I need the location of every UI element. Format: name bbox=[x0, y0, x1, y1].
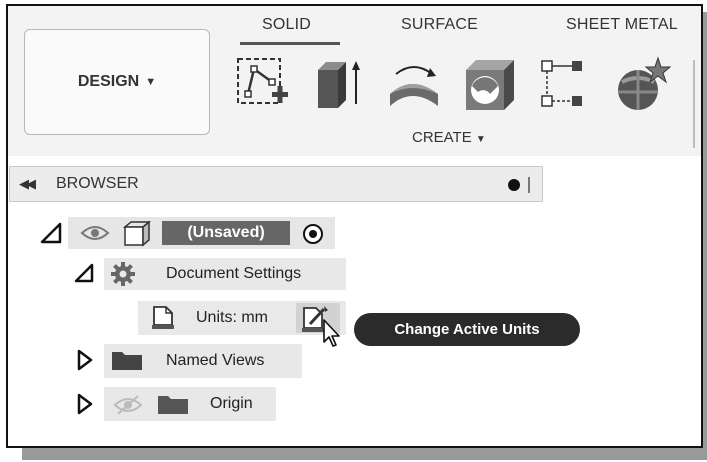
panel-resize-handle[interactable] bbox=[528, 177, 530, 193]
extrude-icon bbox=[318, 61, 360, 108]
active-tab-indicator bbox=[240, 42, 340, 45]
create-sketch-button[interactable] bbox=[234, 56, 294, 114]
expanded-triangle-icon[interactable] bbox=[40, 222, 64, 244]
hole-icon bbox=[466, 60, 514, 110]
window-shadow-right bbox=[703, 12, 707, 456]
units-label: Units: mm bbox=[196, 309, 268, 326]
folder-icon bbox=[112, 352, 142, 370]
origin-label: Origin bbox=[210, 395, 253, 412]
tab-sheet-metal[interactable]: SHEET METAL bbox=[566, 16, 678, 34]
insert-icon bbox=[618, 56, 672, 110]
chevron-down-icon: ▼ bbox=[145, 76, 157, 88]
named-views-label: Named Views bbox=[166, 352, 265, 369]
create-label: CREATE bbox=[412, 129, 472, 146]
eye-icon[interactable] bbox=[80, 223, 110, 243]
browser-title: BROWSER bbox=[56, 175, 139, 192]
create-sketch-icon bbox=[237, 58, 288, 104]
design-workspace-dropdown[interactable]: DESIGN ▼ bbox=[24, 29, 210, 135]
folder-icon bbox=[158, 396, 188, 414]
pattern-button[interactable] bbox=[536, 56, 596, 114]
gear-icon bbox=[111, 262, 135, 286]
radio-active-icon[interactable] bbox=[302, 223, 324, 245]
design-label: DESIGN bbox=[77, 73, 140, 90]
hole-button[interactable] bbox=[460, 56, 520, 114]
mouse-cursor-icon bbox=[323, 319, 340, 347]
toolbar-divider bbox=[693, 60, 695, 148]
document-icon bbox=[152, 306, 174, 329]
window-shadow-bottom bbox=[22, 448, 707, 460]
create-menu[interactable]: CREATE ▼ bbox=[412, 129, 486, 146]
collapse-panel-icon[interactable]: ◀◀ bbox=[19, 176, 36, 192]
chevron-down-icon: ▼ bbox=[475, 134, 486, 145]
collapsed-triangle-icon[interactable] bbox=[76, 349, 94, 371]
revolve-button[interactable] bbox=[384, 56, 444, 114]
extrude-button[interactable] bbox=[308, 56, 368, 114]
tab-surface[interactable]: SURFACE bbox=[401, 16, 478, 34]
collapsed-triangle-icon[interactable] bbox=[76, 393, 94, 415]
revolve-icon bbox=[390, 66, 438, 106]
root-component-label[interactable]: (Unsaved) bbox=[162, 221, 290, 245]
component-icon bbox=[122, 221, 152, 247]
insert-button[interactable] bbox=[612, 56, 672, 114]
expanded-triangle-icon[interactable] bbox=[74, 263, 96, 283]
pin-icon[interactable] bbox=[508, 179, 520, 191]
eye-hidden-icon[interactable] bbox=[113, 394, 143, 416]
tab-solid[interactable]: SOLID bbox=[262, 16, 311, 34]
tooltip: Change Active Units bbox=[354, 313, 580, 346]
pattern-icon bbox=[541, 60, 582, 107]
document-settings-label: Document Settings bbox=[166, 265, 302, 282]
browser-header: ◀◀ BROWSER bbox=[9, 166, 543, 202]
